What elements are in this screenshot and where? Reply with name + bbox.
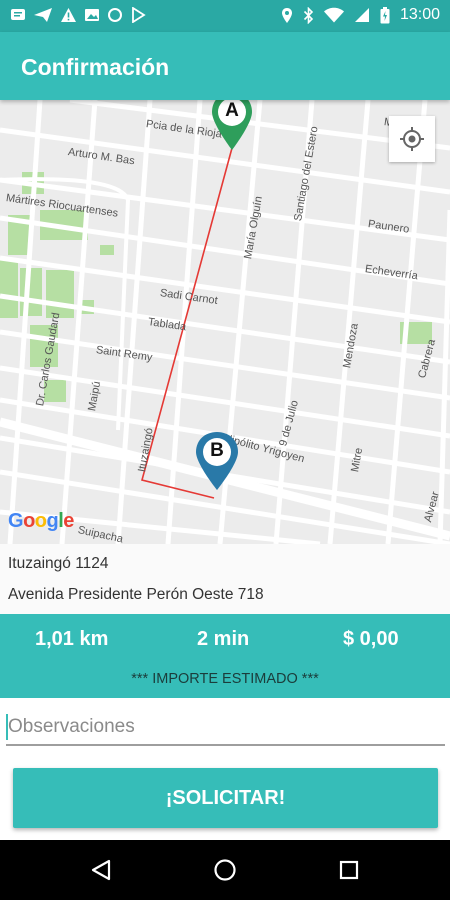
my-location-icon	[400, 127, 424, 151]
home-button[interactable]	[210, 855, 240, 885]
signal-icon	[354, 8, 369, 22]
distance-value: 1,01 km	[35, 628, 109, 650]
notification-icons	[10, 7, 146, 23]
send-icon	[34, 8, 52, 22]
play-store-icon	[132, 7, 146, 23]
my-location-button[interactable]	[389, 116, 435, 162]
back-triangle-icon	[91, 859, 111, 881]
circle-icon	[108, 8, 122, 22]
warning-icon	[61, 8, 76, 22]
system-icons: 13:00	[281, 6, 440, 24]
observations-field[interactable]	[6, 710, 445, 746]
estimate-note: *** IMPORTE ESTIMADO ***	[131, 671, 319, 687]
status-bar: 13:00	[0, 0, 450, 32]
request-button[interactable]: ¡SOLICITAR!	[13, 768, 438, 828]
page-title: Confirmación	[21, 54, 170, 80]
google-logo: Google	[8, 510, 74, 532]
system-nav-bar	[0, 840, 450, 900]
route-map[interactable]: Pcia de la Rioja Arturo M. Bas Mártires …	[0, 100, 450, 544]
marker-b-label: B	[210, 440, 224, 461]
destination-address: Avenida Presidente Perón Oeste 718	[8, 586, 264, 603]
recents-square-icon	[339, 860, 359, 880]
text-cursor	[6, 714, 8, 740]
origin-marker[interactable]: A	[208, 100, 256, 152]
bluetooth-icon	[303, 6, 314, 24]
back-button[interactable]	[86, 855, 116, 885]
route-addresses: Ituzaingó 1124 Avenida Presidente Perón …	[0, 544, 450, 614]
origin-address: Ituzaingó 1124	[8, 555, 109, 572]
recents-button[interactable]	[334, 855, 364, 885]
destination-marker[interactable]: B	[193, 430, 241, 492]
price-value: $ 0,00	[343, 628, 399, 650]
battery-icon	[380, 6, 390, 23]
app-bar: Confirmación	[0, 32, 450, 100]
trip-summary: 1,01 km 2 min $ 0,00 *** IMPORTE ESTIMAD…	[0, 614, 450, 698]
observations-input[interactable]	[6, 710, 445, 744]
message-icon	[11, 9, 25, 20]
duration-value: 2 min	[197, 628, 250, 650]
home-circle-icon	[214, 859, 236, 881]
marker-a-label: A	[225, 100, 239, 121]
image-icon	[85, 9, 99, 21]
location-icon	[281, 7, 292, 23]
status-time: 13:00	[399, 6, 440, 23]
wifi-icon	[323, 7, 344, 23]
